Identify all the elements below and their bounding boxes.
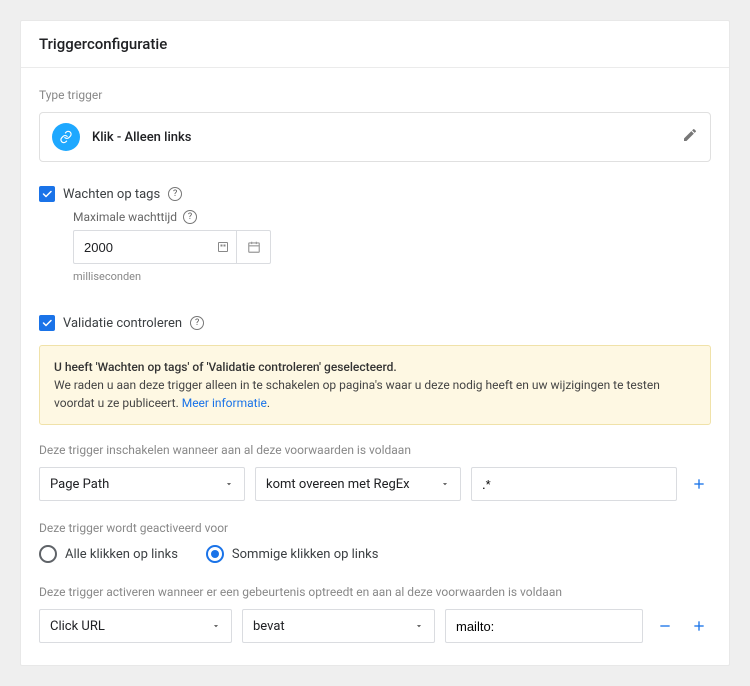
chevron-down-icon: [211, 621, 221, 631]
trigger-type-box[interactable]: Klik - Alleen links: [39, 112, 711, 162]
chevron-down-icon: [440, 479, 450, 489]
chevron-down-icon: [414, 621, 424, 631]
checkmark-icon: [41, 317, 53, 329]
radio-outer: [206, 545, 224, 563]
enable-cond-value-input[interactable]: [471, 467, 677, 501]
add-activate-condition-button[interactable]: [687, 614, 711, 638]
max-wait-block: Maximale wachttijd ? milliseconden: [73, 210, 711, 283]
activate-cond-label: Deze trigger activeren wanneer er een ge…: [39, 585, 711, 599]
type-trigger-label: Type trigger: [39, 88, 711, 102]
check-validation-label: Validatie controleren: [63, 316, 182, 331]
fire-on-radio-group: Alle klikken op links Sommige klikken op…: [39, 545, 711, 563]
max-wait-input[interactable]: [73, 230, 237, 264]
notice-more-info-link[interactable]: Meer informatie: [182, 396, 267, 410]
pencil-icon: [682, 127, 698, 143]
fire-on-all-label: Alle klikken op links: [65, 547, 178, 562]
wait-for-tags-row: Wachten op tags ?: [39, 186, 711, 202]
activate-cond-value-input[interactable]: [445, 609, 643, 643]
activate-cond-operator-value: bevat: [253, 619, 285, 634]
minus-icon: [657, 618, 673, 634]
enable-cond-variable-select[interactable]: Page Path: [39, 467, 245, 501]
card-body: Type trigger Klik - Alleen links Wachten…: [21, 68, 729, 665]
fire-on-all-radio[interactable]: Alle klikken op links: [39, 545, 178, 563]
add-enable-condition-button[interactable]: [687, 472, 711, 496]
fire-on-some-label: Sommige klikken op links: [232, 547, 379, 562]
enable-cond-operator-select[interactable]: komt overeen met RegEx: [255, 467, 461, 501]
calendar-button[interactable]: [237, 230, 271, 264]
help-icon[interactable]: ?: [168, 187, 182, 201]
help-icon[interactable]: ?: [183, 210, 197, 224]
notice-bold: U heeft 'Wachten op tags' of 'Validatie …: [54, 360, 397, 374]
check-validation-checkbox[interactable]: [39, 315, 55, 331]
check-validation-row: Validatie controleren ?: [39, 315, 711, 331]
plus-icon: [691, 476, 707, 492]
chevron-down-icon: [224, 479, 234, 489]
activate-cond-operator-select[interactable]: bevat: [242, 609, 435, 643]
activate-condition-row: Click URL bevat: [39, 609, 711, 643]
activate-cond-variable-value: Click URL: [50, 619, 105, 634]
help-icon[interactable]: ?: [190, 316, 204, 330]
trigger-type-name: Klik - Alleen links: [92, 130, 682, 145]
plus-icon: [691, 618, 707, 634]
activate-cond-variable-select[interactable]: Click URL: [39, 609, 232, 643]
enable-cond-variable-value: Page Path: [50, 477, 109, 492]
edit-trigger-type-button[interactable]: [682, 127, 698, 147]
notice-text: We raden u aan deze trigger alleen in te…: [54, 378, 660, 410]
enable-cond-label: Deze trigger inschakelen wanneer aan al …: [39, 443, 711, 457]
link-icon: [52, 123, 80, 151]
max-wait-label: Maximale wachttijd: [73, 210, 177, 224]
radio-outer: [39, 545, 57, 563]
checkmark-icon: [41, 188, 53, 200]
enable-condition-row: Page Path komt overeen met RegEx: [39, 467, 711, 501]
validation-notice: U heeft 'Wachten op tags' of 'Validatie …: [39, 345, 711, 425]
enable-cond-operator-value: komt overeen met RegEx: [266, 477, 410, 492]
fire-on-some-radio[interactable]: Sommige klikken op links: [206, 545, 379, 563]
wait-for-tags-checkbox[interactable]: [39, 186, 55, 202]
wait-for-tags-label: Wachten op tags: [63, 187, 160, 202]
page-title: Triggerconfiguratie: [21, 21, 729, 68]
calendar-icon: [247, 240, 261, 254]
fire-on-label: Deze trigger wordt geactiveerd voor: [39, 521, 711, 535]
max-wait-unit: milliseconden: [73, 270, 711, 283]
trigger-config-card: Triggerconfiguratie Type trigger Klik - …: [20, 20, 730, 666]
remove-activate-condition-button[interactable]: [653, 614, 677, 638]
